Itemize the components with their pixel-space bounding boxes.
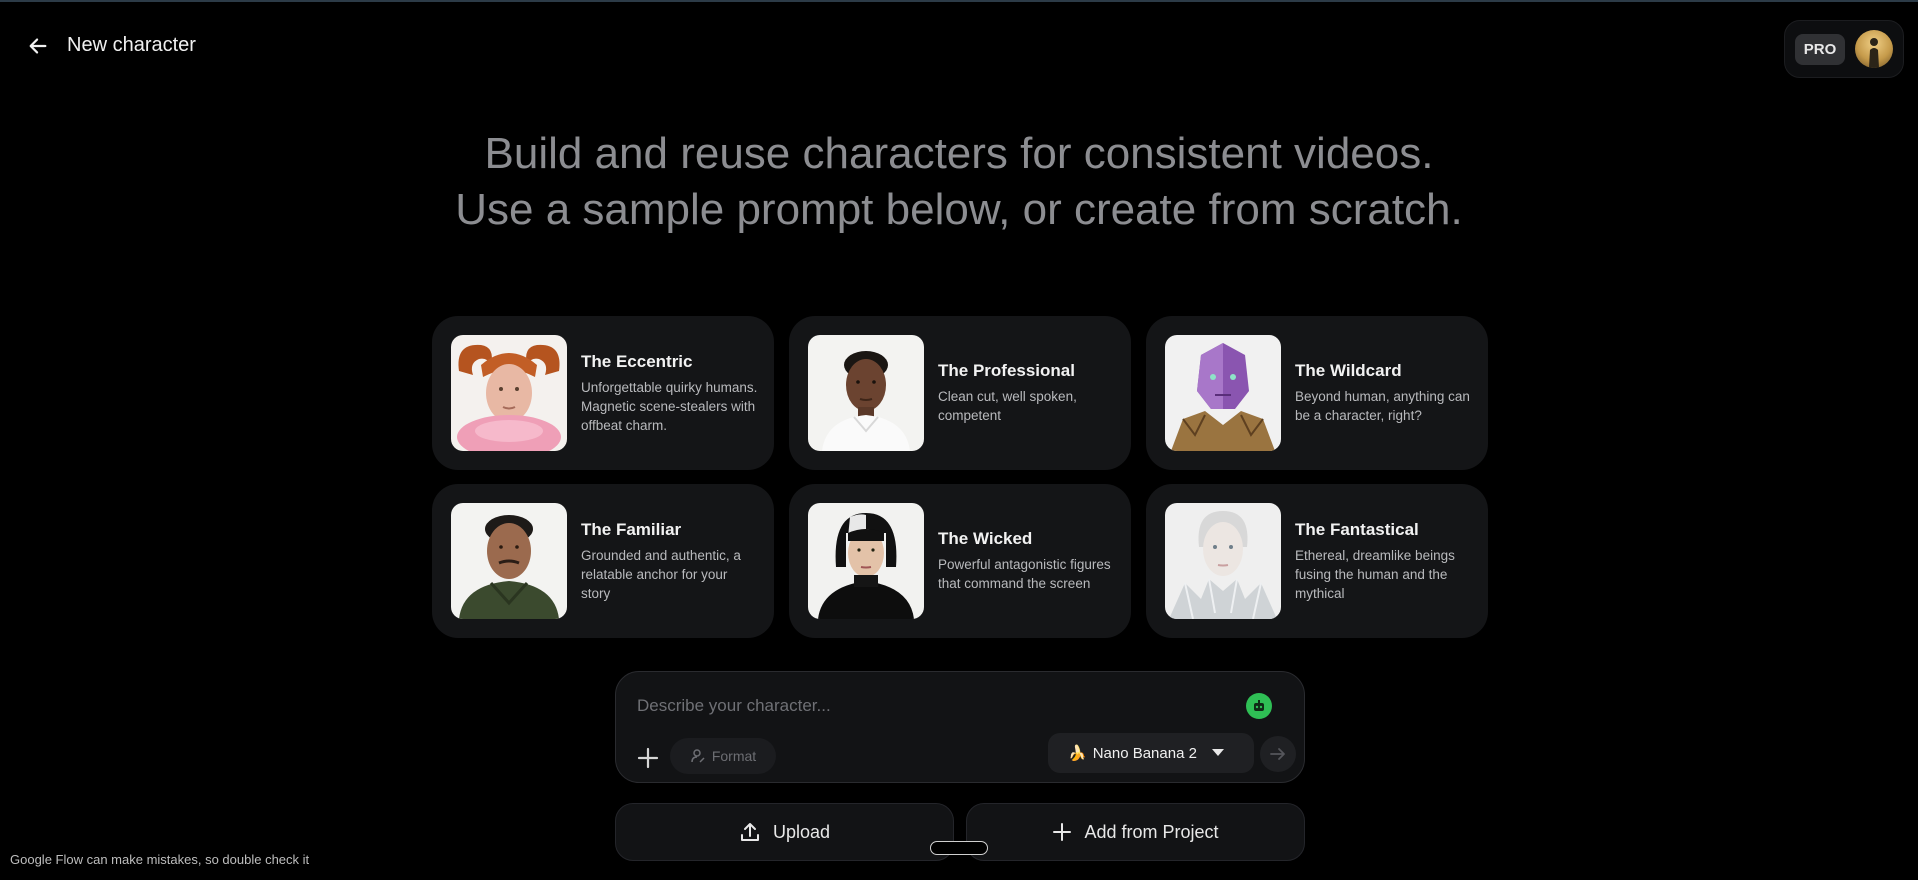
card-professional[interactable]: The Professional Clean cut, well spoken,…: [789, 316, 1131, 470]
person-edit-icon: [691, 749, 705, 763]
avatar[interactable]: [1855, 30, 1894, 68]
card-wildcard[interactable]: The Wildcard Beyond human, anything can …: [1146, 316, 1488, 470]
upload-button[interactable]: Upload: [615, 803, 954, 861]
eccentric-portrait: [451, 335, 567, 451]
page-title: New character: [67, 34, 196, 56]
card-title: The Familiar: [581, 519, 682, 539]
hero-heading: Build and reuse characters for consisten…: [0, 126, 1918, 238]
plus-icon: [637, 747, 659, 769]
card-wicked[interactable]: The Wicked Powerful antagonistic figures…: [789, 484, 1131, 638]
format-label: Format: [711, 748, 757, 764]
upload-icon: [740, 823, 759, 841]
fantastical-portrait: [1165, 503, 1281, 619]
arrow-right-icon: [1270, 748, 1285, 760]
hero-line-1: Build and reuse characters for consisten…: [484, 129, 1434, 178]
card-description: Grounded and authentic, a relatable anch…: [581, 547, 741, 601]
add-from-project-label: Add from Project: [1084, 821, 1219, 842]
pro-badge: PRO: [1794, 33, 1846, 65]
chevron-down-icon: [1212, 749, 1224, 756]
model-label: Nano Banana 2: [1092, 744, 1197, 762]
drag-handle[interactable]: [930, 841, 988, 855]
model-select[interactable]: 🍌 Nano Banana 2: [1048, 733, 1254, 773]
plus-icon: [1053, 823, 1072, 841]
card-familiar[interactable]: The Familiar Grounded and authentic, a r…: [432, 484, 774, 638]
card-description: Beyond human, anything can be a characte…: [1295, 389, 1470, 423]
add-from-project-button[interactable]: Add from Project: [966, 803, 1305, 861]
back-button[interactable]: [24, 32, 52, 60]
format-button[interactable]: Format: [670, 738, 776, 774]
card-description: Clean cut, well spoken, competent: [938, 389, 1077, 423]
prompt-box: Format 🍌 Nano Banana 2: [615, 671, 1305, 783]
card-title: The Wildcard: [1295, 361, 1402, 380]
wildcard-portrait: [1165, 335, 1281, 451]
disclaimer-text: Google Flow can make mistakes, so double…: [10, 852, 310, 867]
card-description: Powerful antagonistic figures that comma…: [938, 557, 1111, 591]
card-description: Ethereal, dreamlike beings fusing the hu…: [1295, 547, 1455, 601]
familiar-portrait: [451, 503, 567, 619]
top-accent-line: [0, 0, 1918, 2]
card-title: The Wicked: [938, 529, 1033, 548]
upload-label: Upload: [772, 821, 831, 842]
send-button[interactable]: [1260, 736, 1296, 772]
professional-portrait: [808, 335, 924, 451]
card-title: The Eccentric: [581, 351, 693, 371]
card-title: The Professional: [938, 361, 1075, 380]
robot-icon: [1254, 700, 1264, 711]
person-silhouette-icon: [1869, 38, 1880, 68]
character-description-input[interactable]: [635, 692, 1219, 720]
card-title: The Fantastical: [1295, 519, 1419, 539]
hero-line-2: Use a sample prompt below, or create fro…: [455, 185, 1463, 234]
banana-icon: 🍌: [1068, 745, 1087, 762]
account-area[interactable]: PRO: [1784, 20, 1904, 78]
assistant-icon[interactable]: [1246, 693, 1272, 719]
card-fantastical[interactable]: The Fantastical Ethereal, dreamlike bein…: [1146, 484, 1488, 638]
arrow-left-icon: [29, 38, 47, 54]
card-description: Unforgettable quirky humans. Magnetic sc…: [581, 379, 758, 433]
add-attachment-button[interactable]: [634, 744, 662, 772]
wicked-portrait: [808, 503, 924, 619]
card-eccentric[interactable]: The Eccentric Unforgettable quirky human…: [432, 316, 774, 470]
